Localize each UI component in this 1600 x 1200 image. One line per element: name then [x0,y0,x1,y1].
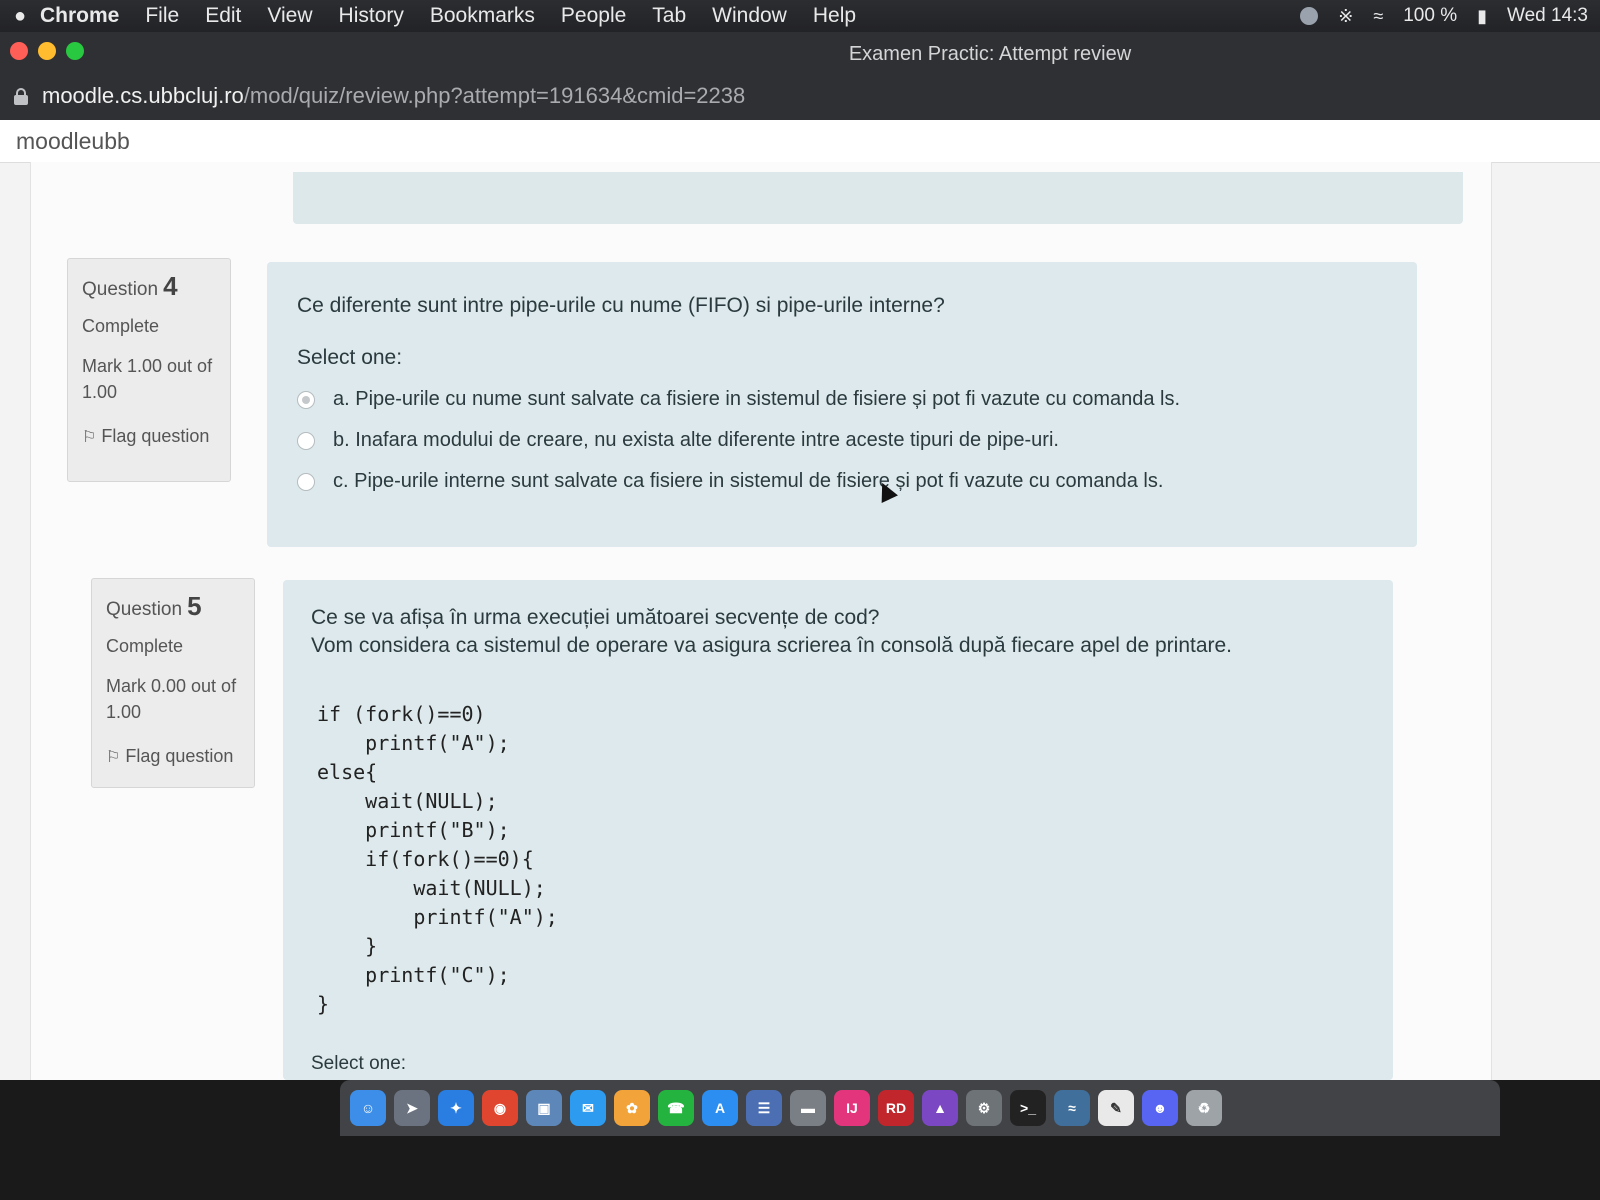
rider-icon[interactable]: RD [878,1090,914,1126]
visualstudio-icon[interactable]: ▲ [922,1090,958,1126]
mysql-icon[interactable]: ≈ [1054,1090,1090,1126]
question-grade: Mark 0.00 out of 1.00 [106,676,237,722]
site-header: moodleubb [0,120,1600,163]
siri-icon[interactable] [1300,7,1319,25]
quiz-review-content: Question 4 Complete Mark 1.00 out of 1.0… [30,162,1492,1080]
menu-view[interactable]: View [267,4,312,28]
menu-history[interactable]: History [339,4,404,28]
question-formulation-4: Ce diferente sunt intre pipe-urile cu nu… [267,262,1417,547]
messages-icon[interactable]: ✉ [570,1090,606,1126]
clock[interactable]: Wed 14:3 [1507,5,1588,27]
question-state: Complete [106,636,184,656]
url-path[interactable]: /mod/quiz/review.php?attempt=191634&cmid… [244,83,745,109]
flag-question-link[interactable]: ⚐ Flag question [82,423,216,451]
select-one-prompt: Select one: [297,346,403,369]
menu-edit[interactable]: Edit [205,4,241,28]
menu-tab[interactable]: Tab [652,4,686,28]
question-text-line1: Ce se va afișa în urma execuției umătoar… [311,606,880,629]
flag-label: Flag question [125,746,234,766]
answer-radio-a[interactable] [297,390,315,409]
question-text-line2: Vom considera ca sistemul de operare va … [311,634,1233,657]
dock: ☺ ➤ ✦ ◉ ▣ ✉ ✿ ☎ A ☰ ▬ IJ RD ▲ ⚙ >_ ≈ ✎ ☻… [340,1080,1500,1136]
menu-help[interactable]: Help [813,4,856,28]
photos-icon[interactable]: ✿ [614,1090,650,1126]
settings-icon[interactable]: ⚙ [966,1090,1002,1126]
previous-question-tail [293,172,1463,224]
whatsapp-icon[interactable]: ☎ [658,1090,694,1126]
url-host[interactable]: moodle.cs.ubbcluj.ro [42,83,244,109]
cut-off-text [333,164,340,187]
notes-icon[interactable]: ▬ [790,1090,826,1126]
flag-label: Flag question [101,426,210,446]
answer-option-a[interactable]: a. Pipe-urile cu nume sunt salvate ca fi… [297,388,1387,411]
chrome-icon[interactable]: ◉ [482,1090,518,1126]
wifi-icon[interactable]: ≈ [1373,6,1383,27]
answer-radio-b[interactable] [297,431,315,450]
terminal-icon[interactable]: >_ [1010,1090,1046,1126]
answer-label-c[interactable]: c. Pipe-urile interne sunt salvate ca fi… [333,470,1163,493]
appstore-icon[interactable]: A [702,1090,738,1126]
apple-icon[interactable]: ● [0,5,40,28]
question-text: Ce diferente sunt intre pipe-urile cu nu… [297,294,945,317]
question-info-5: Question 5 Complete Mark 0.00 out of 1.0… [91,578,255,788]
status-area: ※ ≈ 100 % ▮ Wed 14:3 [1300,0,1588,32]
menu-bookmarks[interactable]: Bookmarks [430,4,535,28]
menu-file[interactable]: File [145,4,179,28]
question-state: Complete [82,316,160,336]
answer-label-b[interactable]: b. Inafara modului de creare, nu exista … [333,429,1059,452]
window-title: Examen Practic: Attempt review [848,43,1132,65]
question-grade: Mark 1.00 out of 1.00 [82,356,213,402]
question-info-4: Question 4 Complete Mark 1.00 out of 1.0… [67,258,231,482]
safari-icon[interactable]: ✦ [438,1090,474,1126]
battery-icon[interactable]: ▮ [1477,6,1487,27]
menu-window[interactable]: Window [712,4,787,28]
bluetooth-icon[interactable]: ※ [1338,6,1353,27]
flag-icon: ⚐ [82,429,97,446]
launchpad-icon[interactable]: ➤ [394,1090,430,1126]
question-number: 5 [187,591,202,621]
textedit-icon[interactable]: ✎ [1098,1090,1134,1126]
code-snippet: if (fork()==0) printf("A"); else{ wait(N… [317,702,558,1016]
menu-people[interactable]: People [561,4,626,28]
answer-radio-c[interactable] [297,472,315,491]
menubar: ● Chrome File Edit View History Bookmark… [0,0,1600,32]
finder-icon[interactable]: ☺ [350,1090,386,1126]
question-number: 4 [163,271,178,301]
address-bar[interactable]: moodle.cs.ubbcluj.ro/mod/quiz/review.php… [0,72,1600,120]
menu-app-chrome[interactable]: Chrome [40,4,119,28]
preview-icon[interactable]: ▣ [526,1090,562,1126]
trash-icon[interactable]: ♻ [1186,1090,1222,1126]
battery-percent: 100 % [1403,5,1458,26]
site-brand[interactable]: moodleubb [16,128,130,155]
answer-option-b[interactable]: b. Inafara modului de creare, nu exista … [297,429,1387,452]
question-label: Question [106,599,183,620]
select-one-prompt: Select one: [311,1053,407,1074]
answer-option-c[interactable]: c. Pipe-urile interne sunt salvate ca fi… [297,470,1387,493]
intellij-icon[interactable]: IJ [834,1090,870,1126]
question-label: Question [82,279,159,300]
calendar-icon[interactable]: ☰ [746,1090,782,1126]
answer-label-a[interactable]: a. Pipe-urile cu nume sunt salvate ca fi… [333,388,1180,411]
page: moodleubb Question 4 Complete Mark 1.00 … [0,120,1600,1080]
flag-question-link[interactable]: ⚐ Flag question [106,743,240,771]
browser-titlebar: Examen Practic: Attempt review [0,32,1600,72]
discord-icon[interactable]: ☻ [1142,1090,1178,1126]
lock-icon[interactable] [14,88,28,105]
question-formulation-5: Ce se va afișa în urma execuției umătoar… [283,580,1393,1080]
flag-icon: ⚐ [106,749,121,766]
